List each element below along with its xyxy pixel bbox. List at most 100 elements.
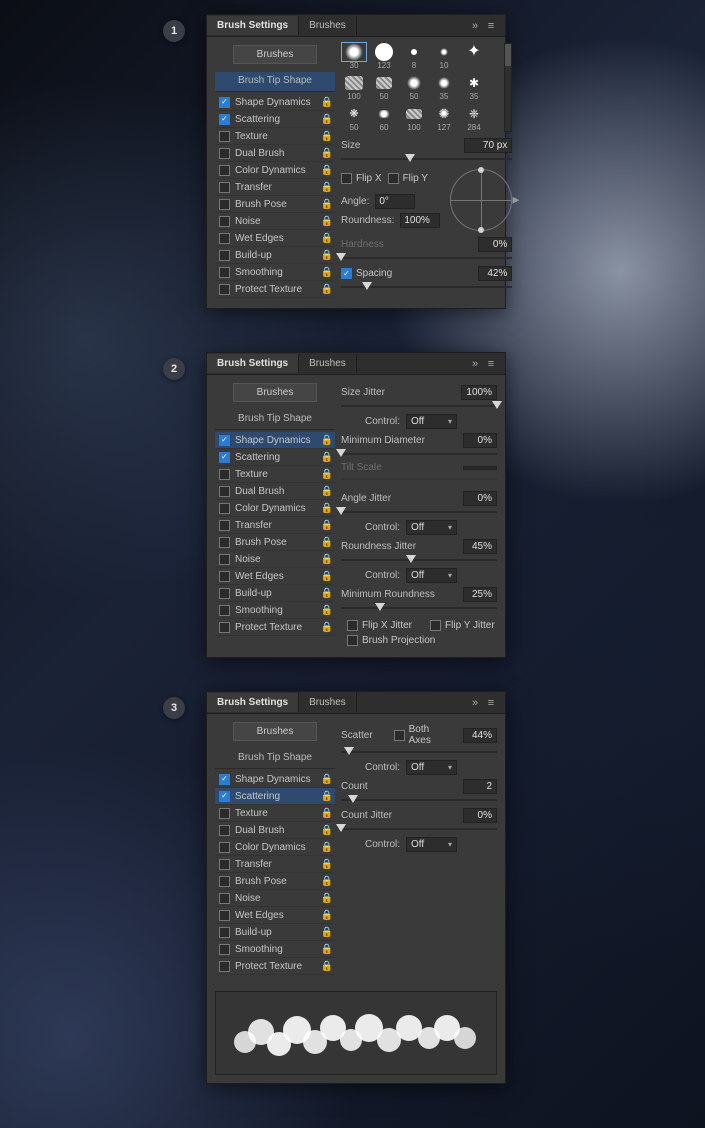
sidebar-checkbox[interactable]: [219, 114, 230, 125]
angle-jitter-control-dropdown[interactable]: Off▾: [406, 520, 457, 535]
brush-preset[interactable]: ✺127: [431, 105, 457, 132]
lock-icon[interactable]: 🔒: [321, 622, 333, 633]
sidebar-item-wet-edges[interactable]: Wet Edges🔒: [215, 230, 335, 247]
lock-icon[interactable]: 🔒: [321, 791, 333, 802]
lock-icon[interactable]: 🔒: [321, 503, 333, 514]
sidebar-item-color-dynamics[interactable]: Color Dynamics🔒: [215, 839, 335, 856]
tab-brushes[interactable]: Brushes: [299, 354, 357, 373]
sidebar-item-shape-dynamics[interactable]: Shape Dynamics🔒: [215, 432, 335, 449]
count-slider[interactable]: [341, 796, 497, 804]
sidebar-item-smoothing[interactable]: Smoothing🔒: [215, 602, 335, 619]
sidebar-checkbox[interactable]: [219, 554, 230, 565]
spacing-checkbox[interactable]: Spacing: [341, 268, 392, 279]
lock-icon[interactable]: 🔒: [321, 131, 333, 142]
roundness-jitter-value[interactable]: 45%: [463, 539, 497, 554]
sidebar-checkbox[interactable]: [219, 910, 230, 921]
sidebar-checkbox[interactable]: [219, 250, 230, 261]
brush-preset[interactable]: 50: [371, 74, 397, 101]
lock-icon[interactable]: 🔒: [321, 876, 333, 887]
sidebar-checkbox[interactable]: [219, 622, 230, 633]
count-jitter-slider[interactable]: [341, 825, 497, 833]
sidebar-item-protect-texture[interactable]: Protect Texture🔒: [215, 958, 335, 975]
lock-icon[interactable]: 🔒: [321, 825, 333, 836]
sidebar-item-shape-dynamics[interactable]: Shape Dynamics🔒: [215, 771, 335, 788]
hardness-value[interactable]: 0%: [478, 237, 512, 252]
spacing-value[interactable]: 42%: [478, 266, 512, 281]
sidebar-checkbox[interactable]: [219, 216, 230, 227]
brushes-button[interactable]: Brushes: [233, 722, 317, 741]
lock-icon[interactable]: 🔒: [321, 97, 333, 108]
sidebar-item-dual-brush[interactable]: Dual Brush🔒: [215, 822, 335, 839]
lock-icon[interactable]: 🔒: [321, 554, 333, 565]
sidebar-checkbox[interactable]: [219, 927, 230, 938]
brush-preset[interactable]: ❋50: [341, 105, 367, 132]
tab-brushes[interactable]: Brushes: [299, 16, 357, 35]
brush-preset[interactable]: 35: [431, 74, 457, 101]
angle-roundness-widget[interactable]: ▶: [450, 169, 512, 231]
lock-icon[interactable]: 🔒: [321, 859, 333, 870]
lock-icon[interactable]: 🔒: [321, 216, 333, 227]
sidebar-checkbox[interactable]: [219, 571, 230, 582]
sidebar-item-dual-brush[interactable]: Dual Brush🔒: [215, 483, 335, 500]
panel-menu-icon[interactable]: ≡: [483, 697, 499, 709]
both-axes-checkbox[interactable]: Both Axes: [394, 724, 451, 746]
min-diameter-slider[interactable]: [341, 450, 497, 458]
sidebar-item-texture[interactable]: Texture🔒: [215, 805, 335, 822]
sidebar-item-wet-edges[interactable]: Wet Edges🔒: [215, 907, 335, 924]
panel-menu-icon[interactable]: ≡: [483, 20, 499, 32]
sidebar-checkbox[interactable]: [219, 165, 230, 176]
lock-icon[interactable]: 🔒: [321, 961, 333, 972]
sidebar-item-transfer[interactable]: Transfer🔒: [215, 856, 335, 873]
angle-input[interactable]: 0°: [375, 194, 415, 209]
brush-preset[interactable]: 30: [341, 43, 367, 70]
sidebar-checkbox[interactable]: [219, 199, 230, 210]
lock-icon[interactable]: 🔒: [321, 537, 333, 548]
brush-tip-shape[interactable]: Brush Tip Shape: [215, 72, 335, 92]
sidebar-item-build-up[interactable]: Build-up🔒: [215, 924, 335, 941]
brush-preset[interactable]: ✦: [461, 43, 487, 70]
sidebar-item-protect-texture[interactable]: Protect Texture🔒: [215, 281, 335, 298]
scatter-value[interactable]: 44%: [463, 728, 497, 743]
sidebar-checkbox[interactable]: [219, 182, 230, 193]
sidebar-item-dual-brush[interactable]: Dual Brush🔒: [215, 145, 335, 162]
sidebar-checkbox[interactable]: [219, 131, 230, 142]
sidebar-checkbox[interactable]: [219, 435, 230, 446]
lock-icon[interactable]: 🔒: [321, 165, 333, 176]
tab-brush-settings[interactable]: Brush Settings: [207, 693, 299, 712]
brush-preset[interactable]: 100: [341, 74, 367, 101]
size-jitter-control-dropdown[interactable]: Off▾: [406, 414, 457, 429]
lock-icon[interactable]: 🔒: [321, 452, 333, 463]
sidebar-checkbox[interactable]: [219, 520, 230, 531]
sidebar-item-shape-dynamics[interactable]: Shape Dynamics🔒: [215, 94, 335, 111]
roundness-jitter-control-dropdown[interactable]: Off▾: [406, 568, 457, 583]
sidebar-item-wet-edges[interactable]: Wet Edges🔒: [215, 568, 335, 585]
sidebar-item-smoothing[interactable]: Smoothing🔒: [215, 941, 335, 958]
collapse-panel-icon[interactable]: »: [467, 358, 483, 370]
sidebar-checkbox[interactable]: [219, 486, 230, 497]
lock-icon[interactable]: 🔒: [321, 199, 333, 210]
sidebar-checkbox[interactable]: [219, 774, 230, 785]
sidebar-item-brush-pose[interactable]: Brush Pose🔒: [215, 873, 335, 890]
sidebar-item-color-dynamics[interactable]: Color Dynamics🔒: [215, 162, 335, 179]
brush-preset[interactable]: ❈284: [461, 105, 487, 132]
lock-icon[interactable]: 🔒: [321, 910, 333, 921]
tab-brush-settings[interactable]: Brush Settings: [207, 354, 299, 373]
sidebar-item-transfer[interactable]: Transfer🔒: [215, 179, 335, 196]
brush-tip-shape[interactable]: Brush Tip Shape: [215, 410, 335, 430]
brush-preset[interactable]: 8: [401, 43, 427, 70]
sidebar-item-transfer[interactable]: Transfer🔒: [215, 517, 335, 534]
sidebar-checkbox[interactable]: [219, 859, 230, 870]
sidebar-checkbox[interactable]: [219, 284, 230, 295]
panel-menu-icon[interactable]: ≡: [483, 358, 499, 370]
sidebar-item-smoothing[interactable]: Smoothing🔒: [215, 264, 335, 281]
lock-icon[interactable]: 🔒: [321, 571, 333, 582]
sidebar-item-brush-pose[interactable]: Brush Pose🔒: [215, 196, 335, 213]
lock-icon[interactable]: 🔒: [321, 435, 333, 446]
sidebar-checkbox[interactable]: [219, 842, 230, 853]
lock-icon[interactable]: 🔒: [321, 250, 333, 261]
sidebar-checkbox[interactable]: [219, 876, 230, 887]
sidebar-checkbox[interactable]: [219, 267, 230, 278]
sidebar-item-texture[interactable]: Texture🔒: [215, 466, 335, 483]
sidebar-item-scattering[interactable]: Scattering🔒: [215, 449, 335, 466]
brush-preset[interactable]: 100: [401, 105, 427, 132]
